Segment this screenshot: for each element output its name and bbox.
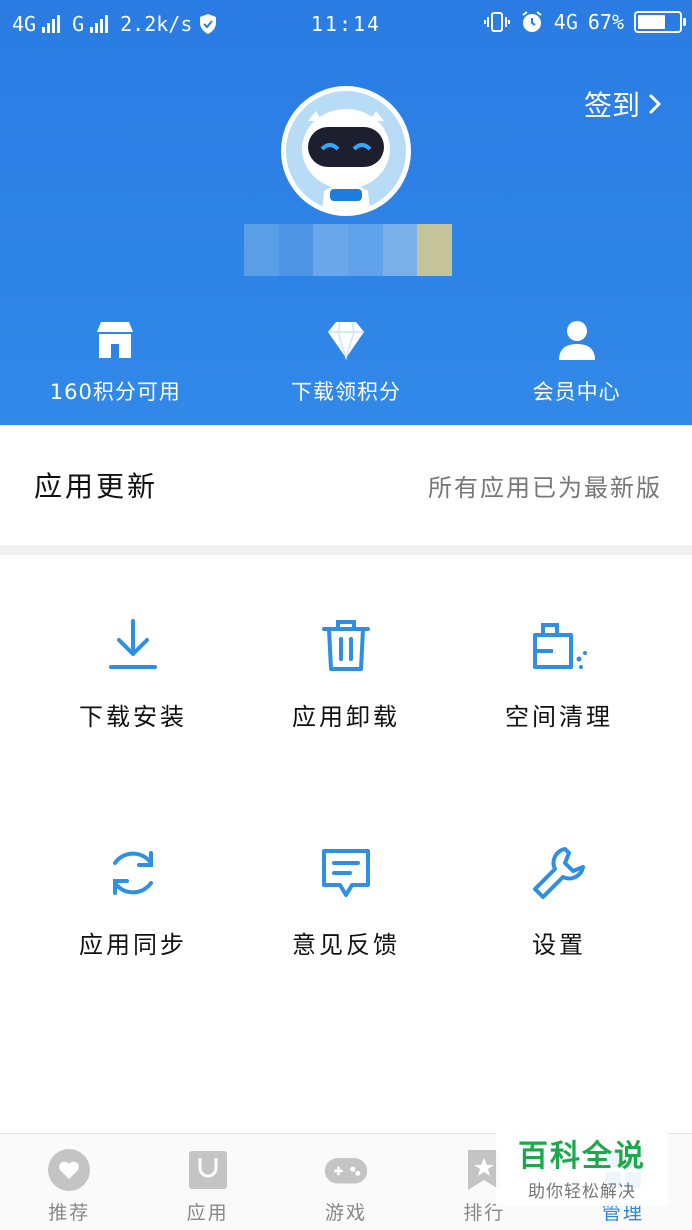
app-update-status: 所有应用已为最新版 xyxy=(428,473,662,502)
nav-recommend[interactable]: 推荐 xyxy=(0,1134,138,1230)
download-icon xyxy=(109,619,157,669)
app-uninstall-label: 应用卸载 xyxy=(292,703,400,731)
download-earn-points-label: 下载领积分 xyxy=(291,380,401,404)
nav-apps-label: 应用 xyxy=(186,1202,229,1224)
app-sync-label: 应用同步 xyxy=(79,931,187,959)
watermark-title: 百科全说 xyxy=(518,1139,646,1173)
alarm-icon xyxy=(522,11,542,32)
settings-label: 设置 xyxy=(532,931,586,959)
space-clean-label: 空间清理 xyxy=(505,703,613,731)
wrench-icon xyxy=(533,847,585,899)
checkin-label: 签到 xyxy=(583,89,640,122)
status-right: 4G 67% xyxy=(483,10,686,34)
space-clean-button[interactable]: 空间清理 xyxy=(444,555,674,755)
avatar[interactable] xyxy=(281,86,411,216)
checkin-button[interactable]: 签到 xyxy=(584,84,662,124)
gamepad-icon xyxy=(324,1158,368,1184)
battery-icon xyxy=(634,11,686,33)
download-install-label: 下载安装 xyxy=(79,703,187,731)
bag-icon xyxy=(188,1151,227,1189)
chevron-right-icon xyxy=(648,93,662,115)
robot-mascot-icon xyxy=(302,109,390,211)
feedback-button[interactable]: 意见反馈 xyxy=(231,783,461,983)
heart-icon xyxy=(48,1149,91,1191)
nav-games[interactable]: 游戏 xyxy=(277,1134,415,1230)
feedback-icon xyxy=(322,849,370,897)
app-uninstall-button[interactable]: 应用卸载 xyxy=(231,555,461,755)
app-sync-button[interactable]: 应用同步 xyxy=(18,783,248,983)
person-icon xyxy=(558,321,595,360)
settings-button[interactable]: 设置 xyxy=(444,783,674,983)
username-redacted xyxy=(244,224,453,276)
member-center-button[interactable]: 会员中心 xyxy=(461,318,692,408)
store-icon xyxy=(97,322,134,358)
section-divider xyxy=(0,545,692,555)
clean-icon xyxy=(533,623,587,669)
battery-percent: 67% xyxy=(587,10,624,34)
nav-recommend-label: 推荐 xyxy=(48,1202,91,1224)
app-update-title: 应用更新 xyxy=(34,470,159,503)
vibrate-icon xyxy=(483,12,510,32)
nav-apps[interactable]: 应用 xyxy=(138,1134,276,1230)
watermark-logo: 百科全说 助你轻松解决 xyxy=(496,1126,668,1206)
function-grid: 下载安装 应用卸载 空间清理 应用同步 意见反馈 设置 xyxy=(0,555,692,1125)
status-bar: 4G G 2.2k/s 11:14 4G 67% xyxy=(0,0,692,48)
sync-icon xyxy=(113,851,153,895)
download-install-button[interactable]: 下载安装 xyxy=(18,555,248,755)
watermark-subtitle: 助你轻松解决 xyxy=(528,1181,636,1201)
profile-header: 4G G 2.2k/s 11:14 4G 67% 签到 160积分可用 下载领积… xyxy=(0,0,692,425)
points-available-button[interactable]: 160积分可用 xyxy=(0,318,231,408)
header-actions: 160积分可用 下载领积分 会员中心 xyxy=(0,318,692,408)
download-earn-points-button[interactable]: 下载领积分 xyxy=(231,318,462,408)
points-available-label: 160积分可用 xyxy=(49,380,181,404)
nav-games-label: 游戏 xyxy=(325,1202,368,1224)
diamond-icon xyxy=(328,321,364,361)
trash-icon xyxy=(322,620,370,671)
network-4g-right: 4G xyxy=(553,10,578,34)
feedback-label: 意见反馈 xyxy=(292,931,400,959)
app-update-row[interactable]: 应用更新 所有应用已为最新版 xyxy=(0,425,692,545)
member-center-label: 会员中心 xyxy=(532,380,621,404)
